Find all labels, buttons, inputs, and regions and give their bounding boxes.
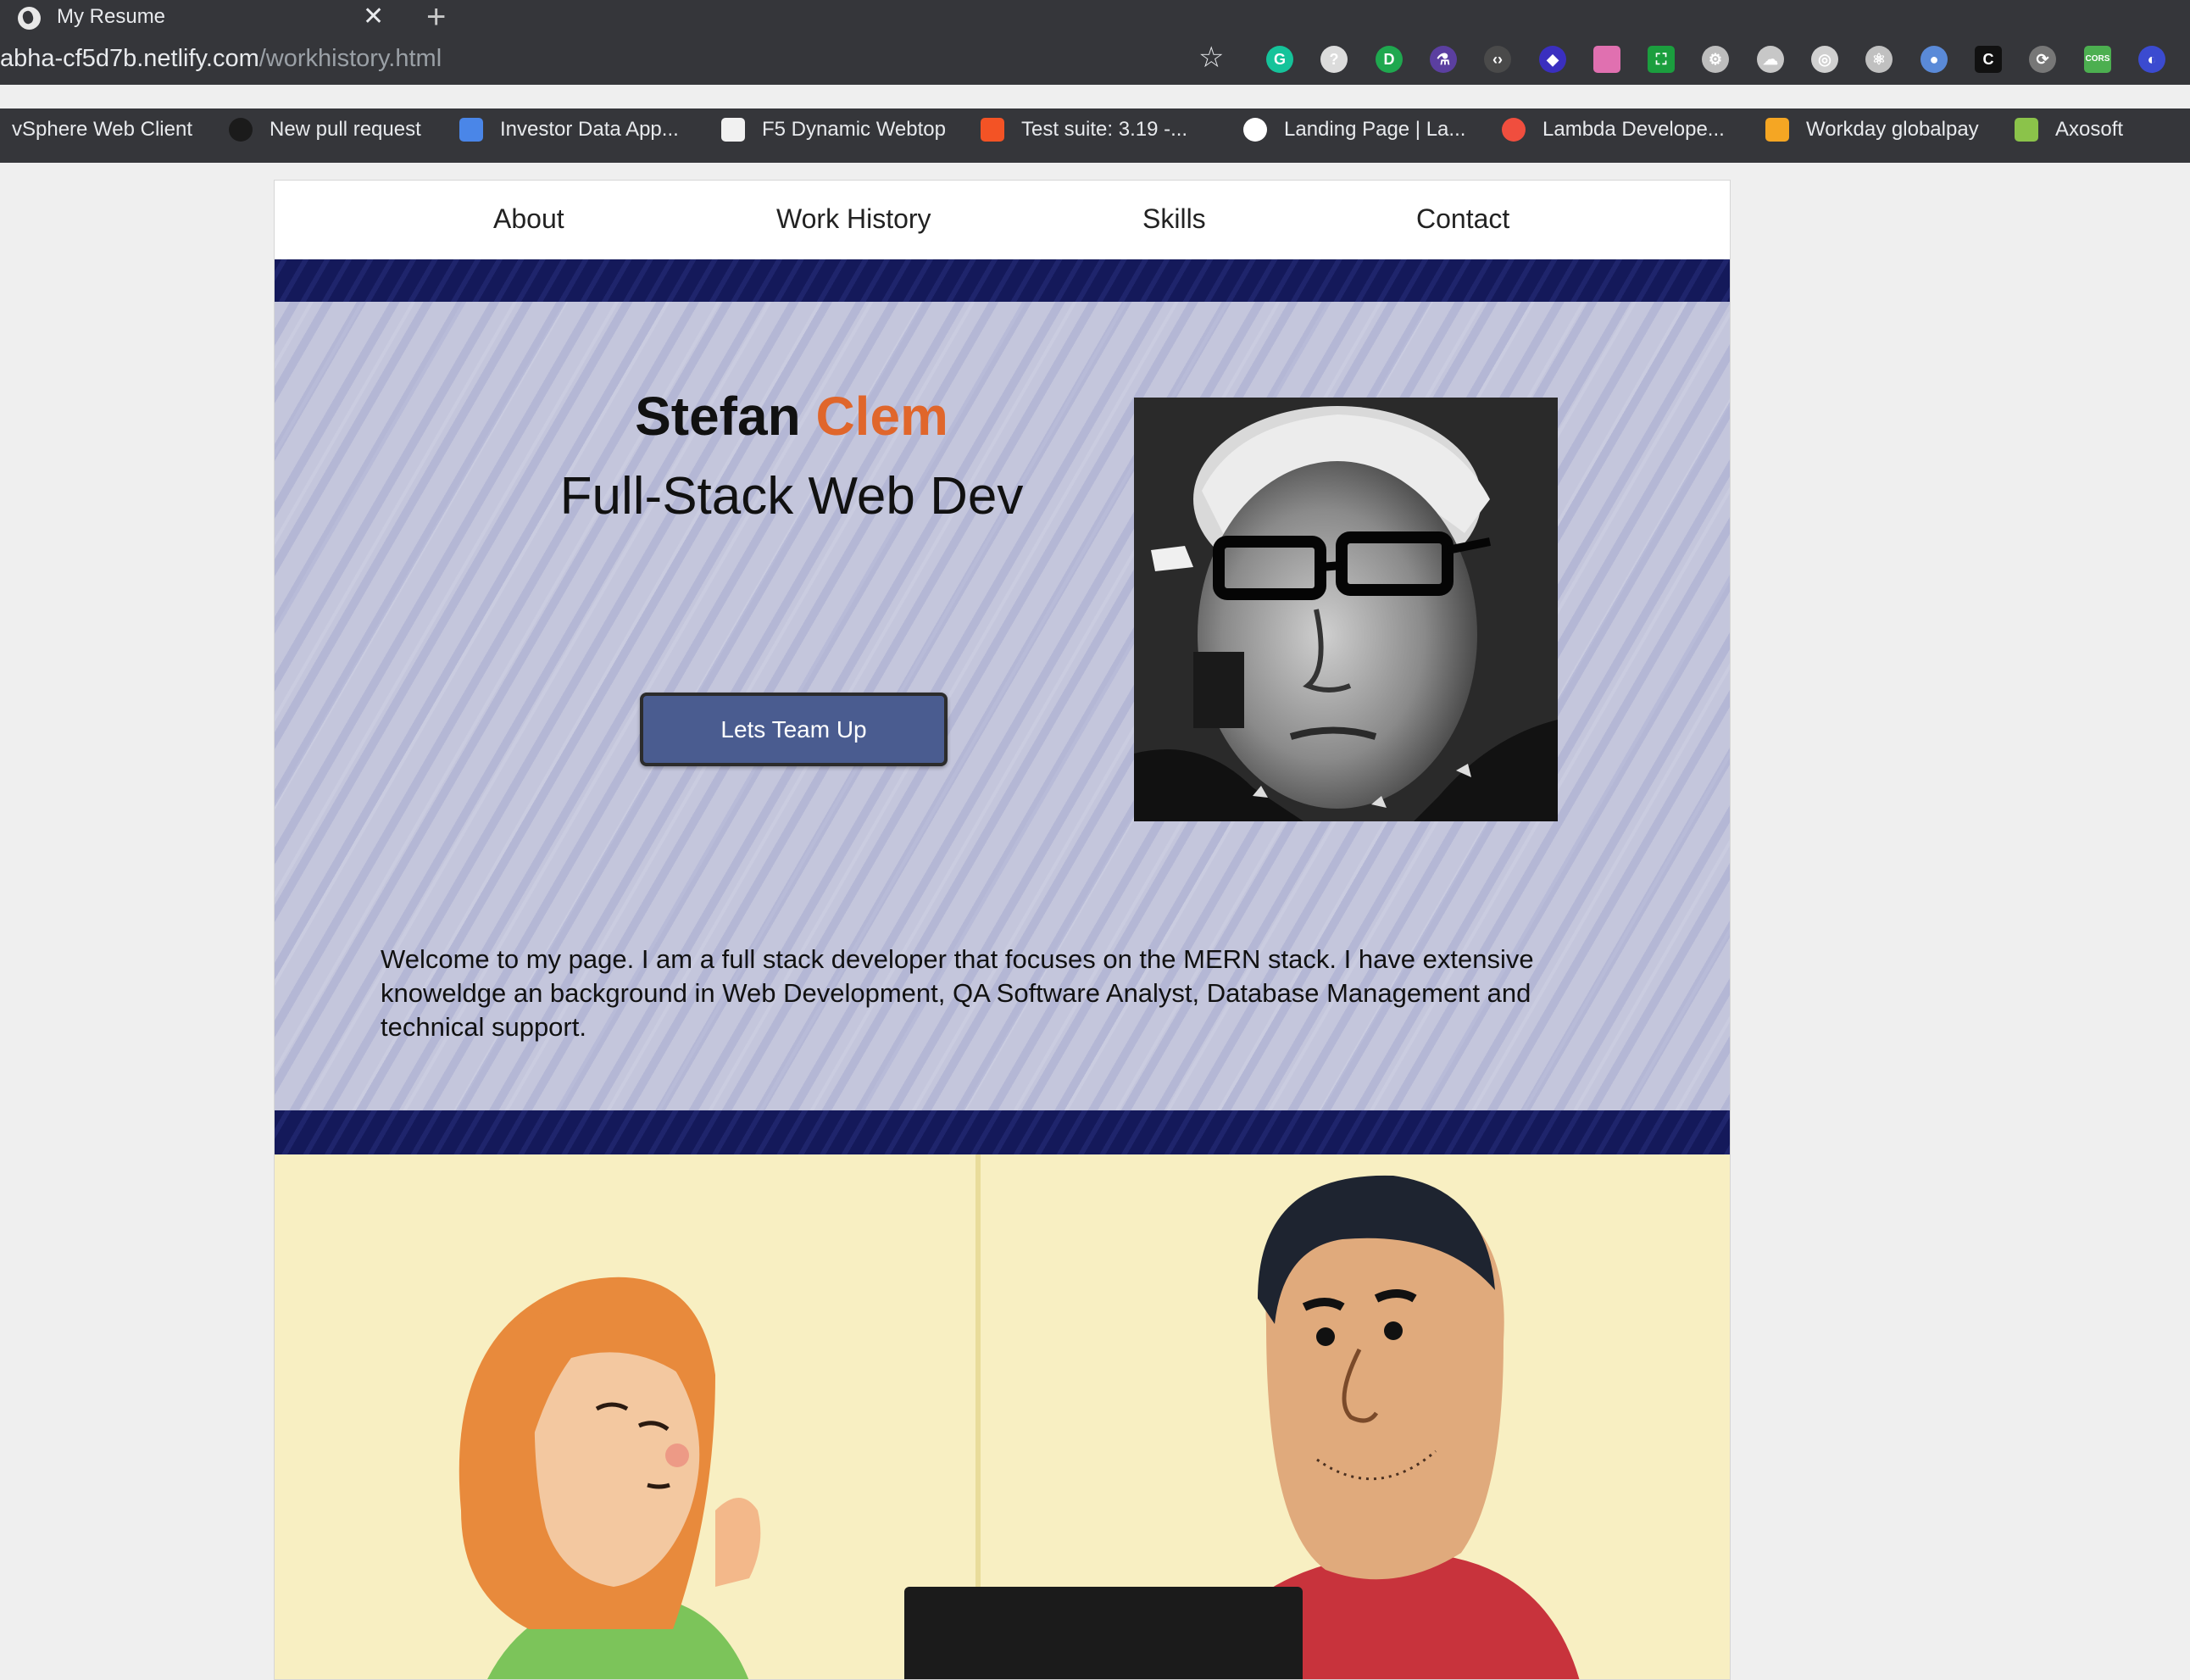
bookmark-item[interactable]: Lambda Develope...	[1502, 117, 1725, 142]
bookmark-item[interactable]: New pull request	[229, 117, 421, 142]
flask-icon[interactable]: ⚗	[1430, 46, 1457, 73]
react-icon[interactable]: ⚛	[1865, 46, 1893, 73]
url-path: /workhistory.html	[258, 45, 442, 72]
globe-favicon-icon	[18, 7, 41, 30]
url-host: abha-cf5d7b.netlify.com	[0, 45, 259, 72]
nav-contact[interactable]: Contact	[1416, 202, 1509, 236]
gradient-icon[interactable]	[1593, 46, 1620, 73]
bookmark-star-icon[interactable]: ☆	[1198, 42, 1224, 74]
vpn-icon[interactable]: ●	[1920, 46, 1948, 73]
bookmark-item[interactable]: vSphere Web Client	[12, 117, 192, 142]
axosoft-icon	[2015, 118, 2038, 142]
microsoft-icon	[981, 118, 1004, 142]
bookmark-label: New pull request	[270, 118, 421, 141]
bookmark-label: Lambda Develope...	[1542, 118, 1725, 141]
bookmark-label: F5 Dynamic Webtop	[762, 118, 946, 141]
bookmark-label: Workday globalpay	[1806, 118, 1979, 141]
code-icon[interactable]: ‹›	[1484, 46, 1511, 73]
team-illustration	[275, 1154, 1730, 1679]
tab-title: My Resume	[57, 5, 166, 28]
address-bar[interactable]: abha-cf5d7b.netlify.com/workhistory.html	[0, 44, 442, 73]
lets-team-up-button[interactable]: Lets Team Up	[640, 693, 948, 766]
bookmarks-bar: vSphere Web Client New pull request Invest…	[0, 108, 2190, 163]
id-icon[interactable]: D	[1376, 46, 1403, 73]
bookmark-item[interactable]: Test suite: 3.19 -...	[981, 117, 1187, 142]
grammarly-icon[interactable]: G	[1266, 46, 1293, 73]
smiley-icon	[1243, 118, 1267, 142]
hero-section: Stefan Clem Full-Stack Web Dev Lets Team…	[275, 259, 1730, 1154]
browser-tab-strip: My Resume ✕ +	[0, 0, 2190, 34]
browser-toolbar: abha-cf5d7b.netlify.com/workhistory.html…	[0, 34, 2190, 85]
hero-bio: Welcome to my page. I am a full stack de…	[381, 944, 1534, 1042]
last-name: Clem	[815, 386, 948, 447]
google-docs-icon	[459, 118, 483, 142]
bookmark-item[interactable]: Axosoft	[2015, 117, 2123, 142]
hero-panel: Stefan Clem Full-Stack Web Dev Lets Team…	[275, 302, 1730, 1110]
sync-icon[interactable]: ⟳	[2029, 46, 2056, 73]
bookmark-label: vSphere Web Client	[12, 118, 192, 141]
bookmark-label: Axosoft	[2055, 118, 2124, 141]
c-icon[interactable]: C	[1975, 46, 2002, 73]
target-icon[interactable]: ◎	[1811, 46, 1838, 73]
bookmark-item[interactable]: Landing Page | La...	[1243, 117, 1465, 142]
nav-about[interactable]: About	[493, 202, 564, 236]
github-icon	[229, 118, 253, 142]
new-tab-button[interactable]: +	[426, 0, 446, 34]
globe-icon[interactable]: ◐	[2138, 46, 2165, 73]
profile-photo-image	[1134, 398, 1558, 821]
bookmark-label: Test suite: 3.19 -...	[1021, 118, 1188, 141]
bookmark-item[interactable]: F5 Dynamic Webtop	[721, 117, 946, 142]
close-tab-icon[interactable]: ✕	[363, 3, 384, 31]
browser-tab[interactable]: My Resume ✕	[0, 0, 403, 34]
bookmark-item[interactable]: Investor Data App...	[459, 117, 679, 142]
bookmark-item[interactable]: Workday globalpay	[1765, 117, 1979, 142]
lambda-icon	[1502, 118, 1526, 142]
nav-work-history[interactable]: Work History	[776, 202, 931, 236]
bookmark-label: Investor Data App...	[500, 118, 679, 141]
resume-page: About Work History Skills Contact Stefan…	[274, 180, 1731, 1680]
profile-photo	[1134, 398, 1558, 821]
site-nav: About Work History Skills Contact	[275, 181, 1730, 259]
illustration-section	[275, 1154, 1730, 1679]
screenshot-icon[interactable]: ⛶	[1648, 46, 1675, 73]
workday-icon	[1765, 118, 1789, 142]
cloud-icon[interactable]: ☁	[1757, 46, 1784, 73]
layers-icon[interactable]: ◆	[1539, 46, 1566, 73]
document-icon	[721, 118, 745, 142]
help-icon[interactable]: ?	[1320, 46, 1348, 73]
nav-skills[interactable]: Skills	[1142, 202, 1206, 236]
bookmark-label: Landing Page | La...	[1284, 118, 1466, 141]
cors-icon[interactable]: CORS	[2084, 46, 2111, 73]
gear-icon[interactable]: ⚙	[1702, 46, 1729, 73]
first-name: Stefan	[635, 386, 801, 447]
